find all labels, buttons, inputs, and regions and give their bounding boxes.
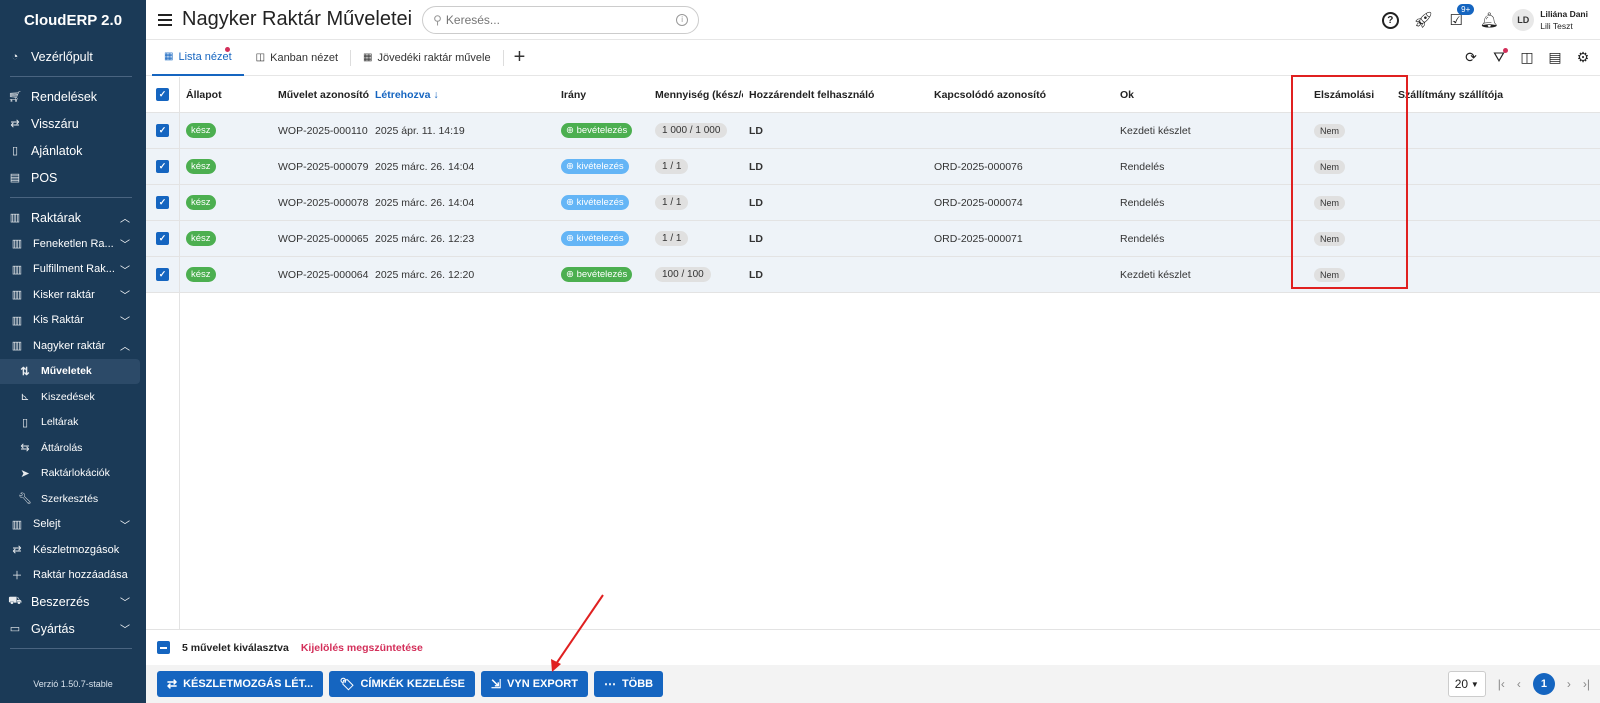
annotation-arrow	[551, 594, 604, 672]
